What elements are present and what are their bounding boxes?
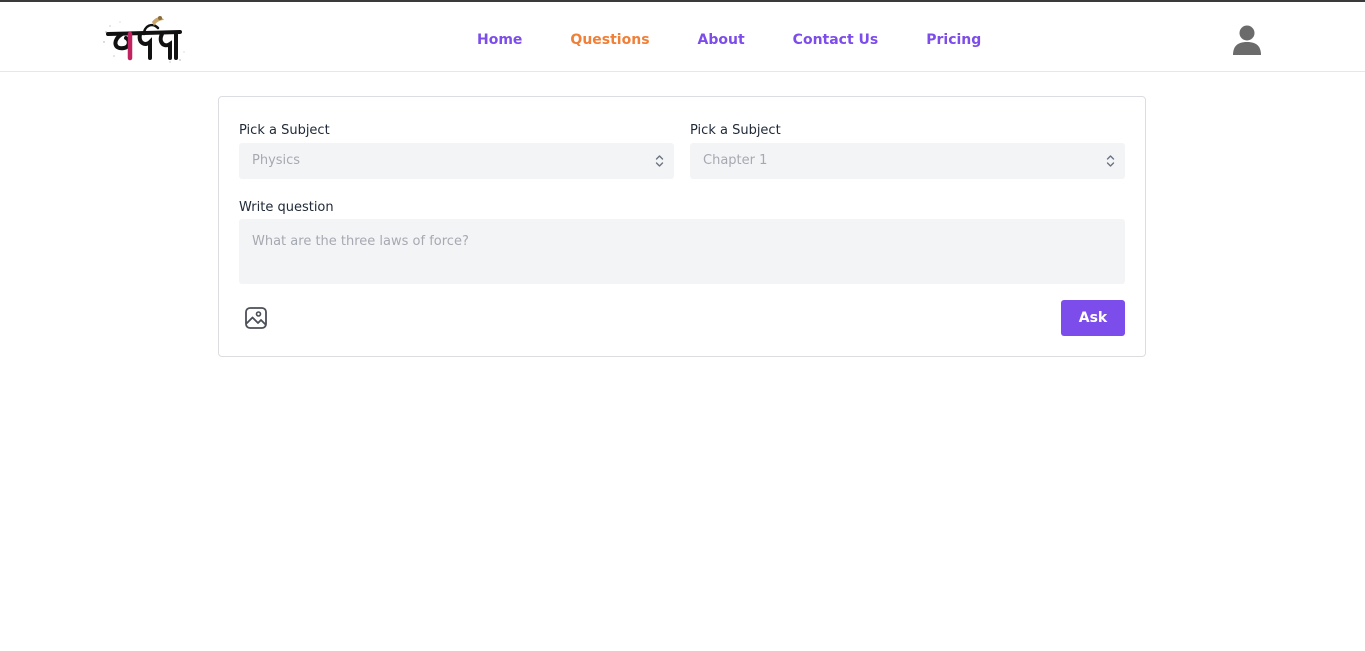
nav-link-questions[interactable]: Questions: [570, 32, 649, 48]
chapter-select-value: Chapter 1: [703, 153, 768, 168]
chapter-select[interactable]: Chapter 1: [690, 143, 1125, 179]
navbar: Home Questions About Contact Us Pricing: [0, 2, 1365, 72]
chapter-label: Pick a Subject: [690, 123, 781, 138]
nav-link-about[interactable]: About: [698, 32, 745, 48]
main-nav: Home Questions About Contact Us Pricing: [477, 32, 1029, 48]
subject-label: Pick a Subject: [239, 123, 330, 138]
select-chevrons-icon: [1106, 155, 1115, 167]
image-upload-button[interactable]: [244, 306, 268, 330]
subject-select[interactable]: Physics: [239, 143, 674, 179]
question-label: Write question: [239, 200, 334, 215]
ask-button[interactable]: Ask: [1061, 300, 1125, 336]
question-textarea[interactable]: What are the three laws of force?: [239, 219, 1125, 284]
nav-link-home[interactable]: Home: [477, 32, 522, 48]
subject-select-value: Physics: [252, 153, 301, 168]
nav-link-pricing[interactable]: Pricing: [926, 32, 981, 48]
ask-question-card: Pick a Subject Physics Pick a Subject Ch…: [218, 96, 1146, 357]
image-upload-icon: [245, 307, 267, 329]
user-avatar-button[interactable]: [1232, 24, 1262, 56]
logo-icon: [103, 16, 185, 63]
select-chevrons-icon: [655, 155, 664, 167]
question-placeholder: What are the three laws of force?: [252, 234, 469, 249]
user-icon: [1233, 25, 1261, 55]
nav-link-contact-us[interactable]: Contact Us: [793, 32, 879, 48]
logo[interactable]: [100, 12, 188, 68]
